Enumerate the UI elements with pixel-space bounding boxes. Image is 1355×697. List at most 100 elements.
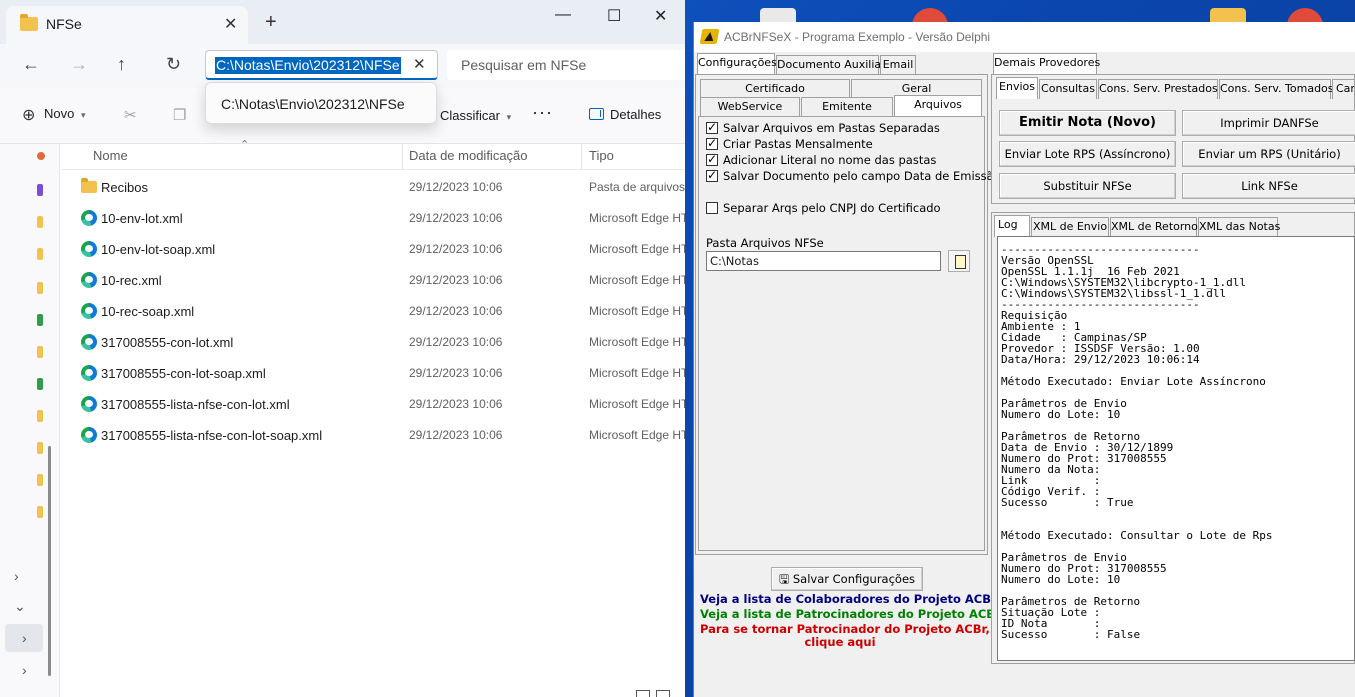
checkbox-item[interactable]: Criar Pastas Mensalmente bbox=[706, 136, 873, 151]
emitir-nota-button[interactable]: Emitir Nota (Novo) bbox=[999, 110, 1176, 136]
chevron-right-icon[interactable]: › bbox=[14, 568, 19, 584]
nav-item-icon[interactable] bbox=[37, 378, 43, 390]
file-row[interactable]: 10-rec-soap.xml 29/12/2023 10:06 Microsoft… bbox=[62, 296, 685, 327]
tab-close-icon[interactable]: ✕ bbox=[224, 14, 237, 34]
nav-item-icon[interactable] bbox=[37, 248, 43, 260]
nav-item-icon[interactable] bbox=[37, 282, 43, 294]
tab-configuracoes[interactable]: Configurações bbox=[697, 53, 777, 75]
nav-item-icon[interactable] bbox=[37, 184, 43, 196]
enviar-um-rps-button[interactable]: Enviar um RPS (Unitário) bbox=[1182, 141, 1355, 167]
checkbox-checked-icon[interactable] bbox=[706, 152, 718, 166]
checkbox-item[interactable]: Separar Arqs pelo CNPJ do Certificado bbox=[706, 201, 941, 215]
tab-demais-provedores[interactable]: Demais Provedores bbox=[993, 53, 1100, 75]
details-view-icon[interactable] bbox=[636, 690, 650, 697]
project-link[interactable]: clique aqui bbox=[700, 635, 980, 649]
tab-documento-auxiliar[interactable]: Documento Auxiliar bbox=[776, 55, 886, 75]
save-config-button[interactable]: 🖫 Salvar Configurações bbox=[771, 567, 923, 591]
enviar-lote-button[interactable]: Enviar Lote RPS (Assíncrono) bbox=[999, 141, 1176, 167]
checkbox-checked-icon[interactable] bbox=[706, 136, 718, 150]
new-tab-icon[interactable]: + bbox=[265, 12, 277, 32]
tab-xml-notas[interactable]: XML das Notas bbox=[1198, 217, 1280, 237]
column-separator[interactable] bbox=[402, 144, 403, 170]
log-line: Sucesso : True bbox=[1001, 496, 1134, 509]
file-row[interactable]: 10-env-lot-soap.xml 29/12/2023 10:06 Micro… bbox=[62, 234, 685, 265]
column-date[interactable]: Data de modificação bbox=[409, 148, 528, 163]
tab-emitente[interactable]: Emitente bbox=[801, 97, 893, 117]
address-autocomplete[interactable]: C:\Notas\Envio\202312\NFSe bbox=[205, 82, 437, 124]
view-toggle[interactable] bbox=[636, 688, 676, 697]
file-row[interactable]: 317008555-lista-nfse-con-lot-soap.xml 29/… bbox=[62, 420, 685, 451]
new-button[interactable]: ⊕ Novo ▾ bbox=[22, 105, 86, 125]
tab-cancelar[interactable]: Can bbox=[1332, 79, 1355, 99]
nav-item-icon[interactable] bbox=[37, 314, 43, 326]
file-row[interactable]: 317008555-lista-nfse-con-lot.xml 29/12/20… bbox=[62, 389, 685, 420]
address-input[interactable]: C:\Notas\Envio\202312\NFSe ✕ bbox=[205, 50, 438, 80]
checkbox-unchecked-icon[interactable] bbox=[706, 202, 718, 214]
nav-scrollbar[interactable] bbox=[48, 446, 51, 676]
file-row[interactable]: 317008555-con-lot.xml 29/12/2023 10:06 Mic… bbox=[62, 327, 685, 358]
sort-button[interactable]: Classificar ▾ bbox=[440, 108, 511, 123]
tab-envios[interactable]: Envios bbox=[996, 77, 1038, 99]
tab-arquivos[interactable]: Arquivos bbox=[894, 95, 982, 117]
checkbox-item[interactable]: Salvar Documento pelo campo Data de Emis… bbox=[706, 168, 1001, 183]
checkbox-checked-icon[interactable] bbox=[706, 120, 718, 134]
file-row[interactable]: 10-env-lot.xml 29/12/2023 10:06 Microsoft … bbox=[62, 203, 685, 234]
tab-log[interactable]: Log bbox=[994, 215, 1030, 237]
substituir-nfse-button[interactable]: Substituir NFSe bbox=[999, 173, 1176, 199]
maximize-icon[interactable]: ☐ bbox=[607, 6, 621, 26]
chevron-right-icon[interactable]: › bbox=[22, 662, 27, 678]
forward-arrow-icon[interactable]: → bbox=[70, 54, 88, 75]
navigation-pane[interactable]: › ⌄ › › bbox=[0, 144, 60, 697]
nav-item-icon[interactable] bbox=[37, 216, 43, 228]
tab-xml-envio[interactable]: XML de Envio bbox=[1031, 217, 1109, 237]
tab-consultas[interactable]: Consultas bbox=[1039, 79, 1097, 99]
search-input[interactable]: Pesquisar em NFSe bbox=[447, 50, 685, 80]
tab-certificado[interactable]: Certificado bbox=[700, 79, 850, 99]
project-link[interactable]: Veja a lista de Colaboradores do Projeto… bbox=[700, 592, 997, 606]
details-button[interactable]: Detalhes bbox=[589, 107, 661, 122]
checkbox-checked-icon[interactable] bbox=[706, 168, 718, 182]
tab-xml-retorno[interactable]: XML de Retorno bbox=[1110, 217, 1198, 237]
column-type[interactable]: Tipo bbox=[589, 148, 614, 163]
link-nfse-button[interactable]: Link NFSe bbox=[1182, 173, 1355, 199]
checkbox-item[interactable]: Adicionar Literal no nome das pastas bbox=[706, 152, 936, 167]
tiles-view-icon[interactable] bbox=[656, 690, 670, 697]
refresh-icon[interactable]: ↻ bbox=[166, 54, 181, 75]
nav-item-icon[interactable] bbox=[37, 346, 43, 358]
nav-item-icon[interactable] bbox=[37, 152, 45, 160]
tab-cons-serv-tomados[interactable]: Cons. Serv. Tomados bbox=[1219, 79, 1334, 99]
tab-cons-serv-prestados[interactable]: Cons. Serv. Prestados bbox=[1098, 79, 1218, 99]
checkbox-item[interactable]: Salvar Arquivos em Pastas Separadas bbox=[706, 120, 940, 135]
file-row[interactable]: 10-rec.xml 29/12/2023 10:06 Microsoft Edge… bbox=[62, 265, 685, 296]
tab-webservice[interactable]: WebService bbox=[700, 97, 800, 117]
project-link[interactable]: Veja a lista de Patrocinadores do Projet… bbox=[700, 607, 1001, 621]
search-placeholder: Pesquisar em NFSe bbox=[461, 57, 587, 73]
nav-item-icon[interactable] bbox=[37, 410, 43, 422]
browse-folder-icon[interactable] bbox=[948, 250, 970, 272]
nav-item-icon[interactable] bbox=[37, 474, 43, 486]
chevron-right-icon[interactable]: › bbox=[22, 630, 27, 646]
cut-icon[interactable]: ✂ bbox=[124, 106, 137, 124]
nav-item-icon[interactable] bbox=[37, 506, 43, 518]
file-row[interactable]: Recibos 29/12/2023 10:06 Pasta de arquivos bbox=[62, 172, 685, 203]
edge-icon bbox=[81, 272, 97, 288]
more-options-icon[interactable]: ··· bbox=[532, 102, 553, 123]
autocomplete-item[interactable]: C:\Notas\Envio\202312\NFSe bbox=[221, 96, 405, 112]
project-link[interactable]: Para se tornar Patrocinador do Projeto A… bbox=[700, 622, 990, 636]
minimize-icon[interactable]: — bbox=[555, 6, 571, 24]
log-textarea[interactable]: ------------------------------ Versão Ope… bbox=[997, 236, 1355, 661]
clear-address-icon[interactable]: ✕ bbox=[413, 55, 426, 73]
up-arrow-icon[interactable]: ↑ bbox=[117, 54, 126, 75]
copy-icon[interactable]: ❐ bbox=[173, 106, 186, 124]
explorer-tab[interactable]: NFSe ✕ bbox=[6, 6, 248, 44]
tab-email[interactable]: Email bbox=[880, 55, 916, 75]
pasta-input[interactable]: C:\Notas bbox=[706, 251, 941, 271]
file-row[interactable]: 317008555-con-lot-soap.xml 29/12/2023 10:… bbox=[62, 358, 685, 389]
imprimir-danfse-button[interactable]: Imprimir DANFSe bbox=[1182, 110, 1355, 136]
chevron-down-icon[interactable]: ⌄ bbox=[14, 598, 26, 615]
close-icon[interactable]: ✕ bbox=[654, 6, 667, 26]
back-arrow-icon[interactable]: ← bbox=[22, 54, 40, 75]
column-name[interactable]: Nome bbox=[93, 148, 128, 163]
column-separator[interactable] bbox=[581, 144, 582, 170]
nav-item-icon[interactable] bbox=[37, 442, 43, 454]
